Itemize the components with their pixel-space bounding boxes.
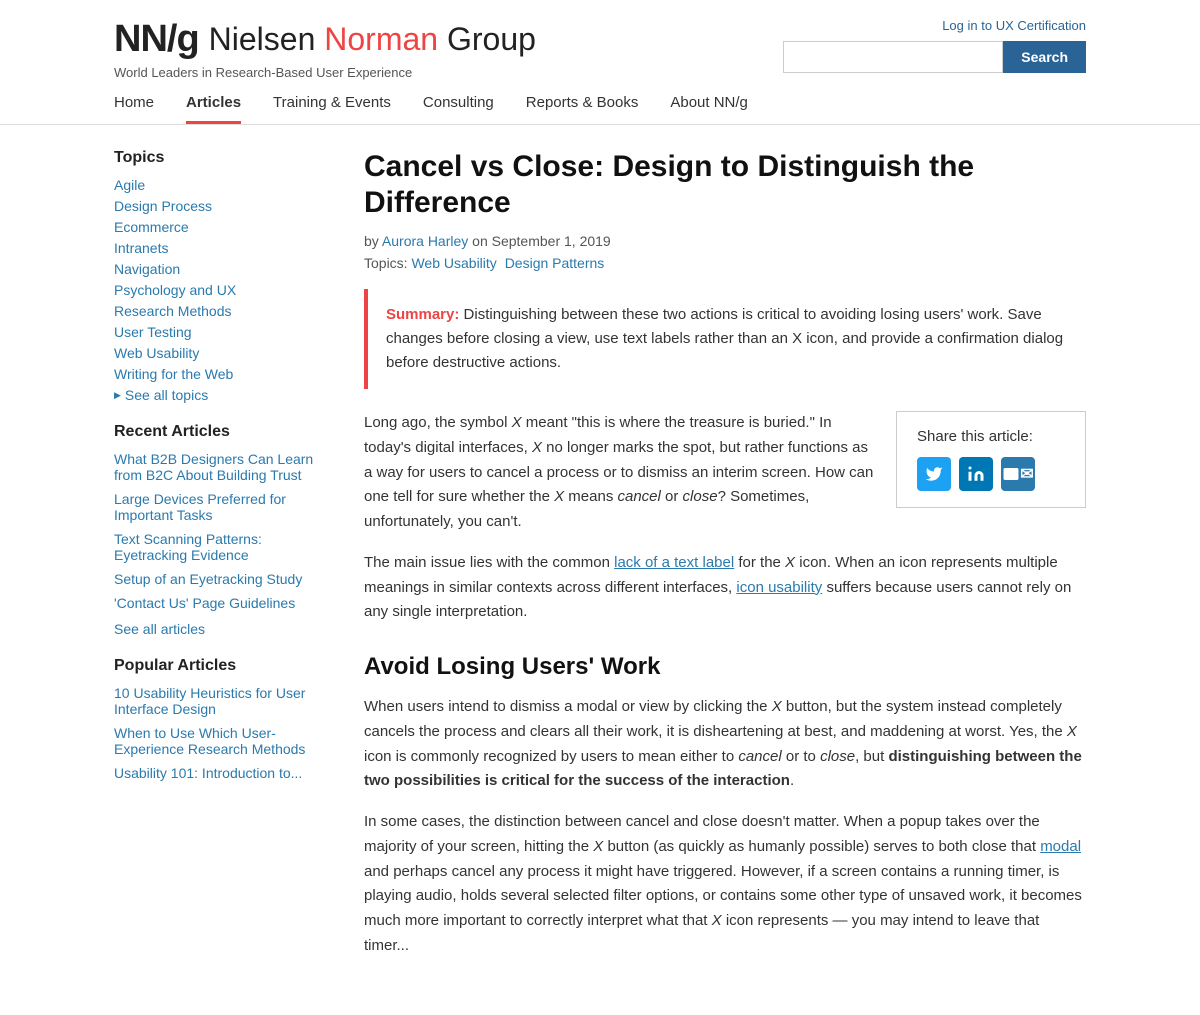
sidebar-topic-navigation[interactable]: Navigation <box>114 261 334 277</box>
header: NN/g Nielsen Norman Group World Leaders … <box>0 0 1200 125</box>
sidebar-topic-writing[interactable]: Writing for the Web <box>114 366 334 382</box>
icon-usability-link[interactable]: icon usability <box>736 579 822 596</box>
sidebar: Topics Agile Design Process Ecommerce In… <box>114 149 334 975</box>
popular-article-3[interactable]: Usability 101: Introduction to... <box>114 765 334 781</box>
search-input[interactable] <box>783 41 1003 73</box>
section-1-para-2: In some cases, the distinction between c… <box>364 810 1086 959</box>
recent-article-5[interactable]: 'Contact Us' Page Guidelines <box>114 595 334 611</box>
lack-of-text-label-link[interactable]: lack of a text label <box>614 554 734 571</box>
nav-consulting[interactable]: Consulting <box>423 94 494 124</box>
share-email-button[interactable]: ✉ <box>1001 457 1035 491</box>
nav-training[interactable]: Training & Events <box>273 94 391 124</box>
logo-nnslashg: NN/g <box>114 18 199 61</box>
sidebar-topic-design-process[interactable]: Design Process <box>114 198 334 214</box>
recent-article-2[interactable]: Large Devices Preferred for Important Ta… <box>114 491 334 523</box>
author-link[interactable]: Aurora Harley <box>382 233 468 249</box>
article-topics: Topics: Web Usability Design Patterns <box>364 255 1086 271</box>
nav-home[interactable]: Home <box>114 94 154 124</box>
share-title: Share this article: <box>917 428 1065 445</box>
share-box: Share this article: ✉ <box>896 411 1086 508</box>
article-date: on September 1, 2019 <box>472 233 611 249</box>
sidebar-topic-agile[interactable]: Agile <box>114 177 334 193</box>
login-link[interactable]: Log in to UX Certification <box>942 18 1086 33</box>
paragraph-2: The main issue lies with the common lack… <box>364 551 1086 625</box>
logo-area: NN/g Nielsen Norman Group World Leaders … <box>114 18 536 80</box>
article-body: Share this article: ✉ Long ago, <box>364 411 1086 975</box>
share-icons: ✉ <box>917 457 1065 491</box>
article-content: Cancel vs Close: Design to Distinguish t… <box>364 149 1086 975</box>
tagline: World Leaders in Research-Based User Exp… <box>114 65 536 80</box>
topic-design-patterns[interactable]: Design Patterns <box>505 255 605 271</box>
share-linkedin-button[interactable] <box>959 457 993 491</box>
article-title: Cancel vs Close: Design to Distinguish t… <box>364 149 1086 221</box>
main-nav: Home Articles Training & Events Consulti… <box>114 94 1086 124</box>
share-twitter-button[interactable] <box>917 457 951 491</box>
article-meta: by Aurora Harley on September 1, 2019 <box>364 233 1086 249</box>
summary-text: Distinguishing between these two actions… <box>386 306 1063 371</box>
sidebar-topic-psychology[interactable]: Psychology and UX <box>114 282 334 298</box>
recent-article-3[interactable]: Text Scanning Patterns: Eyetracking Evid… <box>114 531 334 563</box>
popular-articles-heading: Popular Articles <box>114 657 334 675</box>
main-content: Topics Agile Design Process Ecommerce In… <box>0 125 1200 1015</box>
nav-about[interactable]: About NN/g <box>670 94 748 124</box>
logo-full-name: Nielsen Norman Group <box>209 21 536 58</box>
topic-web-usability[interactable]: Web Usability <box>411 255 496 271</box>
sidebar-topic-intranets[interactable]: Intranets <box>114 240 334 256</box>
see-all-articles-link[interactable]: See all articles <box>114 621 334 637</box>
search-bar: Search <box>783 41 1086 73</box>
modal-link[interactable]: modal <box>1040 838 1081 855</box>
recent-article-4[interactable]: Setup of an Eyetracking Study <box>114 571 334 587</box>
summary-label: Summary: <box>386 306 459 323</box>
recent-articles-heading: Recent Articles <box>114 423 334 441</box>
topics-heading: Topics <box>114 149 334 167</box>
section-1-para-1: When users intend to dismiss a modal or … <box>364 695 1086 794</box>
summary-box: Summary: Distinguishing between these tw… <box>364 289 1086 389</box>
sidebar-topic-research[interactable]: Research Methods <box>114 303 334 319</box>
nav-reports[interactable]: Reports & Books <box>526 94 639 124</box>
sidebar-topic-user-testing[interactable]: User Testing <box>114 324 334 340</box>
header-right: Log in to UX Certification Search <box>783 18 1086 73</box>
search-button[interactable]: Search <box>1003 41 1086 73</box>
nav-articles[interactable]: Articles <box>186 94 241 124</box>
recent-article-1[interactable]: What B2B Designers Can Learn from B2C Ab… <box>114 451 334 483</box>
popular-article-2[interactable]: When to Use Which User-Experience Resear… <box>114 725 334 757</box>
popular-article-1[interactable]: 10 Usability Heuristics for User Interfa… <box>114 685 334 717</box>
section-1-heading: Avoid Losing Users' Work <box>364 653 1086 681</box>
sidebar-topic-web-usability[interactable]: Web Usability <box>114 345 334 361</box>
sidebar-topic-ecommerce[interactable]: Ecommerce <box>114 219 334 235</box>
see-all-topics-link[interactable]: See all topics <box>114 387 334 403</box>
